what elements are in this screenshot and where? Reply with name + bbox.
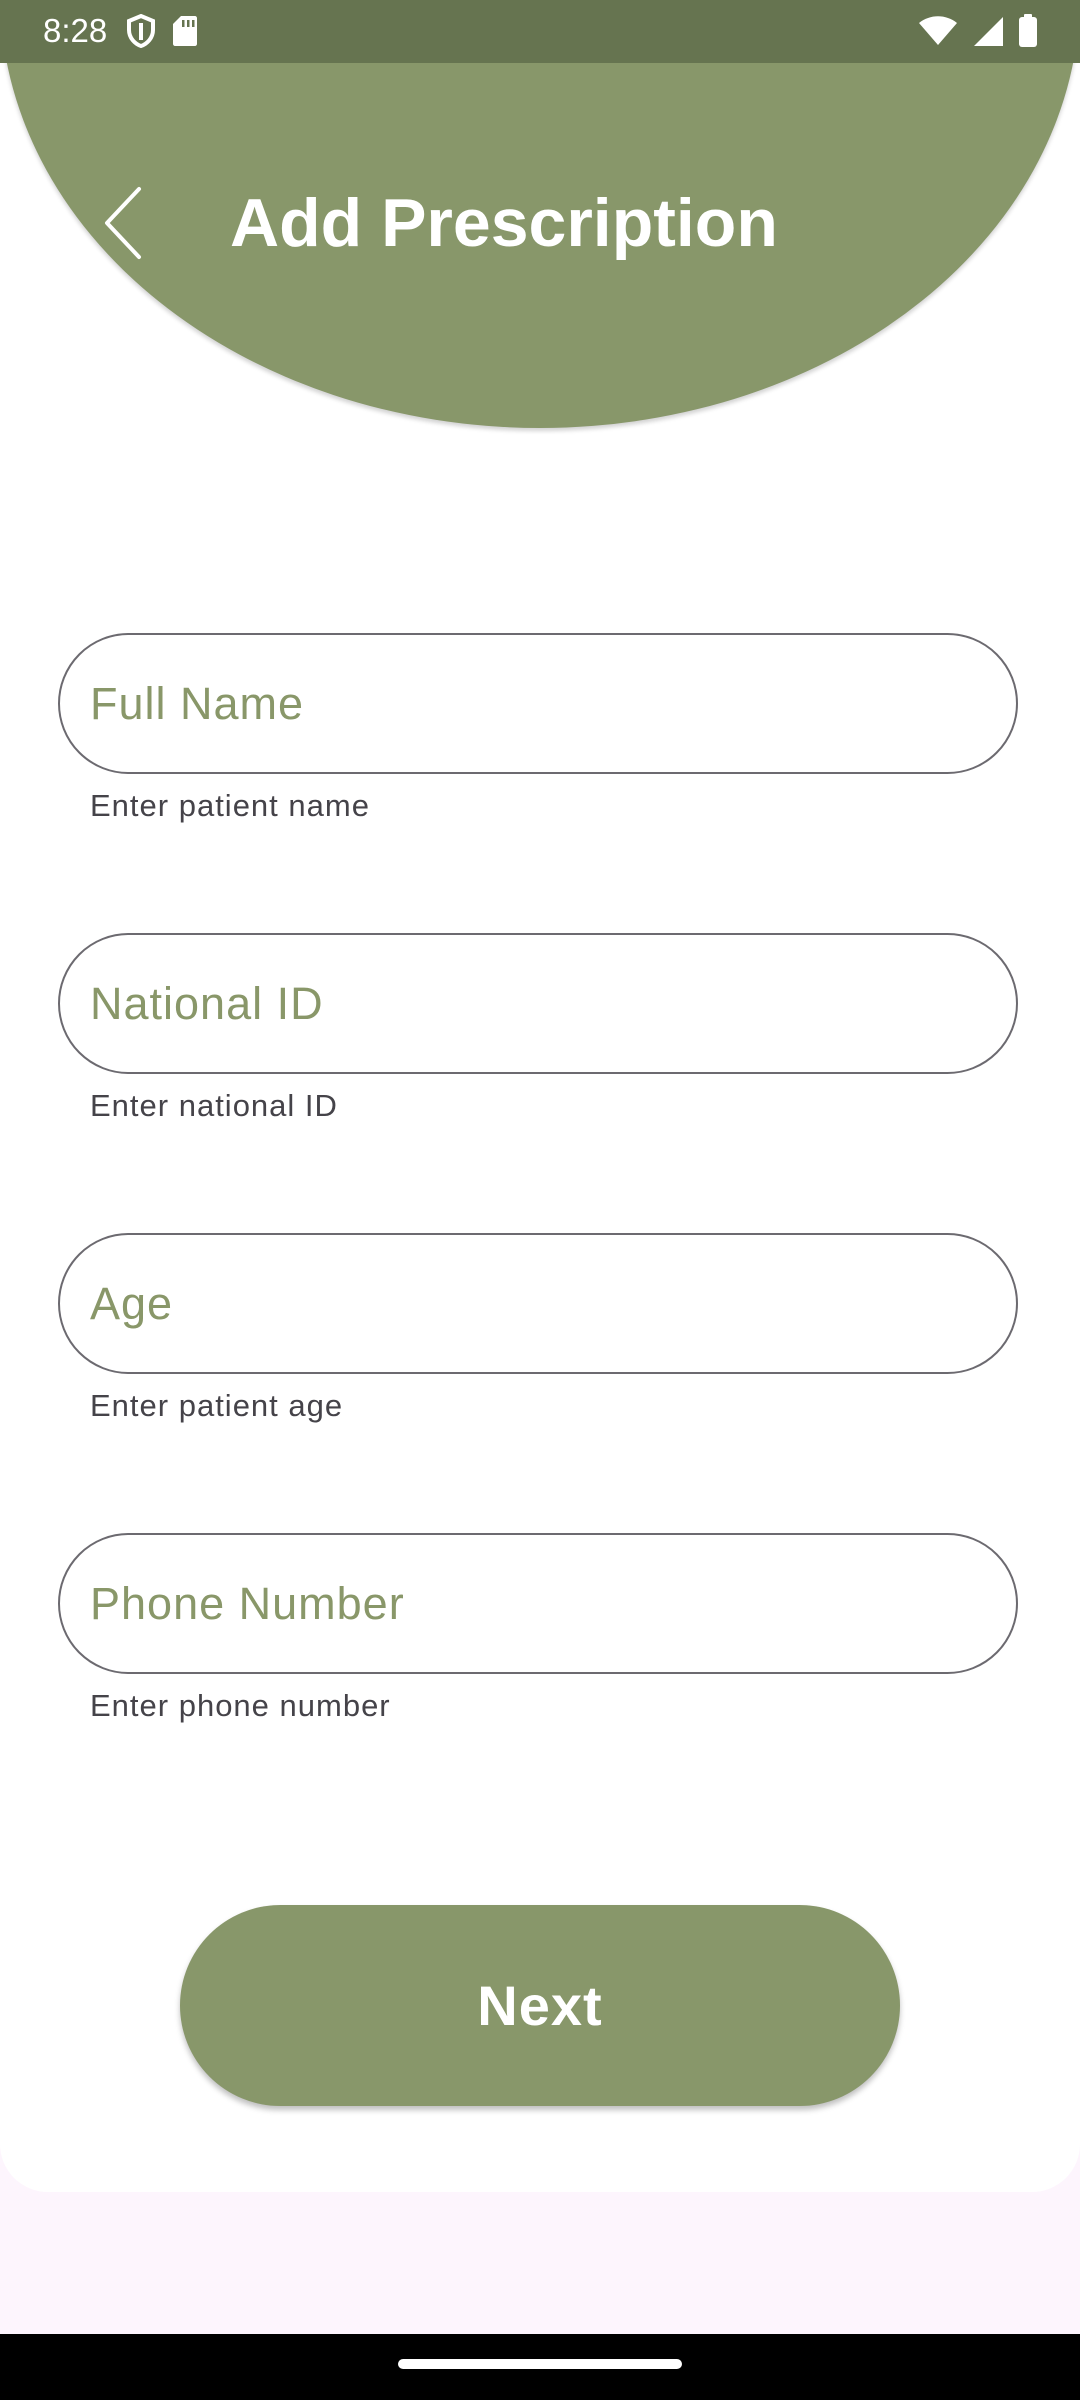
age-input[interactable]: Age — [58, 1233, 1018, 1374]
status-time: 8:28 — [43, 12, 108, 49]
national-id-field: National ID Enter national ID — [58, 933, 1022, 1124]
back-button[interactable] — [88, 180, 158, 270]
national-id-input[interactable]: National ID — [58, 933, 1018, 1074]
shield-icon — [126, 13, 156, 53]
full-name-helper-text: Enter patient name — [90, 788, 370, 823]
status-right-icons — [918, 14, 1038, 53]
navigation-bar — [0, 2334, 1080, 2400]
phone-number-placeholder: Phone Number — [90, 1577, 405, 1629]
age-placeholder: Age — [90, 1277, 174, 1329]
page-title: Add Prescription — [230, 185, 778, 261]
home-indicator[interactable] — [398, 2359, 682, 2369]
form-card: Add Prescription Full Name Enter patient… — [0, 0, 1080, 2192]
age-helper-text: Enter patient age — [90, 1388, 344, 1423]
wifi-icon — [918, 15, 958, 52]
full-name-input[interactable]: Full Name — [58, 633, 1018, 774]
phone-number-field: Phone Number Enter phone number — [58, 1533, 1022, 1724]
next-button[interactable]: Next — [180, 1905, 900, 2106]
full-name-field: Full Name Enter patient name — [58, 633, 1022, 824]
national-id-placeholder: National ID — [90, 977, 324, 1029]
age-field: Age Enter patient age — [58, 1233, 1022, 1424]
status-left-icons — [126, 13, 198, 53]
status-bar: 8:28 — [0, 0, 1080, 63]
sd-card-icon — [172, 15, 198, 52]
chevron-left-icon — [101, 185, 145, 266]
battery-icon — [1018, 14, 1038, 53]
full-name-placeholder: Full Name — [90, 677, 305, 729]
phone-number-helper-text: Enter phone number — [90, 1688, 391, 1723]
national-id-helper-text: Enter national ID — [90, 1088, 338, 1123]
phone-number-input[interactable]: Phone Number — [58, 1533, 1018, 1674]
cellular-signal-icon — [972, 15, 1004, 52]
